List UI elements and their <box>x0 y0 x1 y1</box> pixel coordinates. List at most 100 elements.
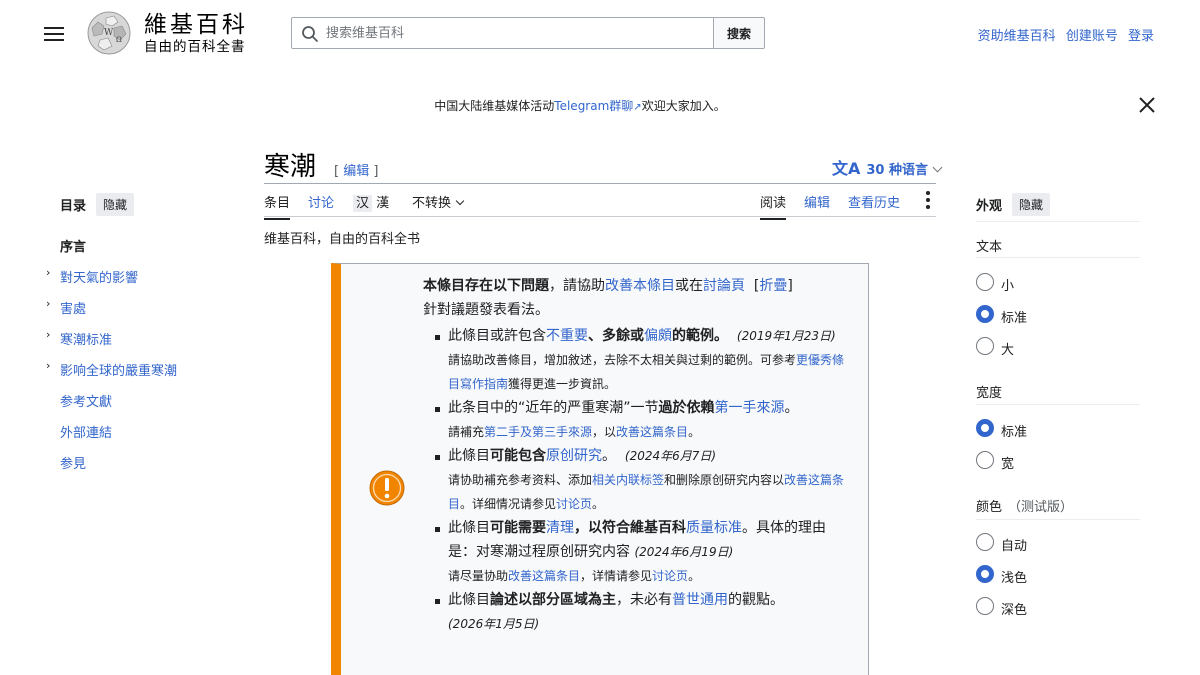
close-icon[interactable] <box>1138 96 1156 114</box>
edit-link-text[interactable]: 编辑 <box>343 164 369 179</box>
issue-detail: 请协助補充参考资料、添加相关内联标签和删除原创研究内容以改善这篇条目。详细情况请… <box>448 468 849 516</box>
notice-prefix: 中国大陆维基媒体活动 <box>434 99 555 113</box>
create-account-link[interactable]: 创建账号 <box>1066 29 1118 44</box>
toc-item-external-links[interactable]: 外部連結 <box>60 422 112 441</box>
issue-text: 。 <box>784 400 799 416</box>
improve-article-link[interactable]: 改善这篇条目 <box>508 569 580 583</box>
toc-item-see-also[interactable]: 参見 <box>60 453 86 472</box>
summary-text: ，請協助 <box>549 278 605 294</box>
toc-item-standards[interactable]: › 寒潮标准 <box>46 328 112 348</box>
expand-icon[interactable]: › <box>46 328 50 341</box>
width-standard-label[interactable]: 标准 <box>1001 421 1027 440</box>
width-label: 宽度 <box>976 386 1003 401</box>
search-input[interactable] <box>326 18 706 48</box>
issue-date: (2024年6月7日) <box>624 449 717 463</box>
donate-link[interactable]: 资助维基百科 <box>978 29 1056 44</box>
text-size-small-radio[interactable] <box>976 273 994 291</box>
toc-item-intro[interactable]: 序言 <box>60 236 86 255</box>
telegram-link[interactable]: Telegram群聊 <box>554 99 633 113</box>
more-menu-icon[interactable] <box>926 191 930 209</box>
appearance-hide-button[interactable]: 隐藏 <box>1012 193 1051 216</box>
variant-dropdown[interactable]: 不转换 <box>412 192 465 211</box>
cleanup-link[interactable]: 清理 <box>546 520 574 536</box>
quality-standards-link[interactable]: 质量标准 <box>686 520 742 536</box>
wikipedia-globe-logo[interactable]: W Ω <box>84 10 134 56</box>
main-menu-icon[interactable] <box>44 24 64 42</box>
list-item: 此條目可能需要清理，以符合維基百科质量标准。具体的理由是：对寒潮过程原创研究内容… <box>423 516 849 588</box>
issues-summary: 本條目存在以下問題，請協助改善本條目或在討論頁 [折疊] 針對議題發表看法。 <box>423 278 793 318</box>
summary-text: 或在 <box>675 278 703 294</box>
toc-item-weather-effects[interactable]: › 對天氣的影響 <box>46 266 138 286</box>
detail-text: 。详细情况请参见 <box>460 497 557 511</box>
language-count: 30 种语言 <box>866 163 929 178</box>
unimportant-link[interactable]: 不重要 <box>546 328 588 344</box>
tab-edit[interactable]: 编辑 <box>804 192 830 211</box>
variant-simplified[interactable]: 汉 <box>353 195 373 212</box>
variant-traditional[interactable]: 漢 <box>376 196 389 211</box>
talk-page-link[interactable]: 讨论页 <box>556 497 592 511</box>
tab-talk[interactable]: 讨论 <box>308 192 334 211</box>
wordmark[interactable]: 維基百科 自由的百科全書 <box>144 12 248 56</box>
width-standard-radio[interactable] <box>976 419 994 437</box>
list-item: 此條目可能包含原创研究。 (2024年6月7日) 请协助補充参考资料、添加相关内… <box>423 444 849 516</box>
secondary-sources-link[interactable]: 第二手及第三手來源 <box>484 425 592 439</box>
detail-text: 請協助改善條目，增加敘述，去除不太相关與过剩的範例。可参考 <box>448 353 797 367</box>
color-light-label[interactable]: 浅色 <box>1001 567 1027 586</box>
detail-text: 獲得更進一步資訊。 <box>508 377 617 391</box>
search-box[interactable] <box>291 17 714 49</box>
improve-article-link[interactable]: 改善这篇条目 <box>616 425 688 439</box>
color-auto-radio[interactable] <box>976 533 994 551</box>
issue-text: 、 <box>588 328 602 344</box>
tab-read[interactable]: 阅读 <box>760 192 787 220</box>
text-size-large-radio[interactable] <box>976 337 994 355</box>
text-size-standard-label[interactable]: 标准 <box>1001 307 1027 326</box>
primary-sources-link[interactable]: 第一手來源 <box>715 400 785 416</box>
detail-text: 和删除原创研究内容以 <box>664 473 785 487</box>
toc-item-global-cold-waves[interactable]: › 影响全球的嚴重寒潮 <box>46 359 177 379</box>
toc-item-references[interactable]: 参考文獻 <box>60 391 112 410</box>
search-button[interactable]: 搜索 <box>713 17 765 49</box>
text-size-standard-radio[interactable] <box>976 305 994 323</box>
color-auto-label[interactable]: 自动 <box>1001 535 1027 554</box>
toc-item-harm[interactable]: › 害處 <box>46 297 86 317</box>
variant-switch[interactable]: 汉 漢 <box>353 192 389 212</box>
language-button[interactable]: 文A 30 种语言 <box>832 155 943 179</box>
summary-tail: 針對議題發表看法。 <box>423 302 549 318</box>
text-size-small-label[interactable]: 小 <box>1001 275 1014 294</box>
issue-text: 此條目或許包含 <box>448 328 546 344</box>
detail-text: 。 <box>592 497 605 511</box>
color-dark-radio[interactable] <box>976 597 994 615</box>
issue-text: 或 <box>630 328 644 344</box>
tab-history[interactable]: 查看历史 <box>848 192 900 211</box>
expand-icon[interactable]: › <box>46 297 50 310</box>
talk-page-link[interactable]: 讨论页 <box>652 569 688 583</box>
collapse-link[interactable]: 折疊 <box>759 278 787 294</box>
list-item: 此條目論述以部分區域為主，未必有普世通用的觀點。 (2026年1月5日) <box>423 588 849 636</box>
improve-article-link[interactable]: 改善本條目 <box>605 278 675 294</box>
color-dark-label[interactable]: 深色 <box>1001 599 1027 618</box>
color-light-radio[interactable] <box>976 565 994 583</box>
edit-title-link[interactable]: [ 编辑 ] <box>334 160 378 179</box>
tab-article[interactable]: 条目 <box>264 192 291 220</box>
color-label: 颜色 （测试版） <box>976 496 1073 515</box>
translate-icon: 文A <box>832 159 861 178</box>
text-size-large-label[interactable]: 大 <box>1001 339 1014 358</box>
biased-link[interactable]: 偏頗 <box>644 328 672 344</box>
worldwide-view-link[interactable]: 普世通用 <box>672 592 728 608</box>
issue-date: (2024年6月19日) <box>634 545 734 559</box>
inline-tags-link[interactable]: 相关内联标签 <box>592 473 664 487</box>
expand-icon[interactable]: › <box>46 359 50 372</box>
issue-text: 此条目中的“近年的严重寒潮”一节 <box>448 400 659 416</box>
warning-icon <box>369 470 405 506</box>
login-link[interactable]: 登录 <box>1128 29 1154 44</box>
width-wide-label[interactable]: 宽 <box>1001 453 1014 472</box>
divider <box>976 519 1140 520</box>
external-link-icon: ↗ <box>633 102 642 113</box>
toc-hide-button[interactable]: 隐藏 <box>96 193 135 216</box>
talk-page-link[interactable]: 討論頁 <box>703 278 745 294</box>
issue-text: 過於依賴 <box>658 400 715 416</box>
width-wide-radio[interactable] <box>976 451 994 469</box>
divider <box>976 257 1140 258</box>
expand-icon[interactable]: › <box>46 266 50 279</box>
original-research-link[interactable]: 原创研究 <box>546 448 602 464</box>
